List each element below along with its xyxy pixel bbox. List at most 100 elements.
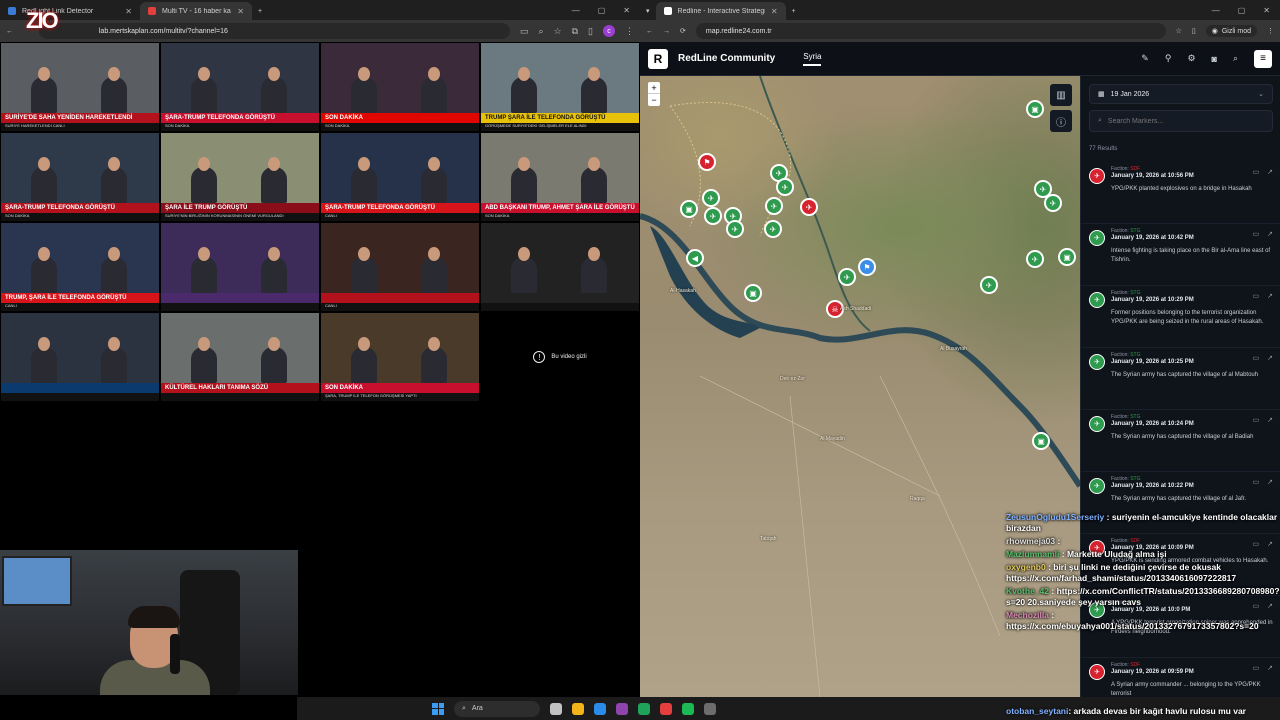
map-marker-military[interactable]: ✈ — [776, 178, 794, 196]
cast-icon[interactable]: ▭ — [520, 26, 529, 37]
map-marker-military[interactable]: ✈ — [704, 207, 722, 225]
tv-channel-tile[interactable]: ŞARA-TRUMP TELEFONDA GÖRÜŞTÜ CANLI — [320, 132, 480, 222]
zoom-in-button[interactable]: + — [648, 82, 660, 94]
back-icon[interactable]: ← — [646, 28, 653, 35]
map-marker-military[interactable]: ▣ — [744, 284, 762, 302]
tv-channel-tile[interactable]: ŞARA-TRUMP TELEFONDA GÖRÜŞTÜ SON DAKİKA — [160, 42, 320, 132]
brand-logo[interactable]: R — [648, 48, 668, 69]
map-marker-military[interactable]: ✈ — [702, 189, 720, 207]
event-card[interactable]: ✈ Faction: SDF January 19, 2026 at 09:59 P… — [1081, 658, 1280, 697]
tv-channel-tile[interactable]: SON DAKİKA ŞARA, TRUMP İLE TELEFON GÖRÜŞM… — [320, 312, 480, 402]
bookmark-star-icon[interactable]: ☆ — [1176, 27, 1182, 35]
taskbar-app-icon[interactable] — [682, 702, 694, 715]
taskbar-app-icon[interactable] — [638, 702, 650, 715]
video-icon[interactable]: ▭ — [1253, 230, 1260, 238]
external-link-icon[interactable]: ↗ — [1267, 416, 1273, 424]
external-link-icon[interactable]: ↗ — [1267, 478, 1273, 486]
zoom-icon[interactable]: ⌕ — [538, 26, 543, 37]
map-marker-flag[interactable]: ⚑ — [698, 153, 716, 171]
tv-channel-tile[interactable]: TRUMP, ŞARA İLE TELEFONDA GÖRÜŞTÜ CANLI — [0, 222, 160, 312]
new-tab-button[interactable]: + — [786, 2, 802, 20]
tab-redline[interactable]: Redline - Interactive Strategic M ✕ — [655, 2, 786, 20]
video-icon[interactable]: ▭ — [1253, 292, 1260, 300]
video-icon[interactable]: ▭ — [1253, 168, 1260, 176]
event-card[interactable]: ✈ Faction: SDF January 19, 2026 at 10:56 P… — [1081, 162, 1280, 224]
map-marker-military[interactable]: ✈ — [1026, 250, 1044, 268]
close-button[interactable]: ✕ — [1263, 6, 1270, 15]
marker-search[interactable]: ⌕ — [1089, 110, 1273, 132]
map-marker-military[interactable]: ▣ — [680, 200, 698, 218]
close-button[interactable]: ✕ — [623, 6, 630, 15]
tv-channel-tile[interactable] — [0, 312, 160, 402]
event-card[interactable]: ✈ Faction: STG January 19, 2026 at 10:42 P… — [1081, 224, 1280, 286]
video-icon[interactable]: ▭ — [1253, 354, 1260, 362]
video-icon[interactable]: ▭ — [1253, 416, 1260, 424]
bookmark-star-icon[interactable]: ☆ — [554, 26, 562, 37]
browser-menu-icon[interactable]: ⋮ — [625, 26, 634, 37]
zoom-out-button[interactable]: − — [648, 94, 660, 106]
map-marker-attack[interactable]: ✈ — [800, 198, 818, 216]
marker-search-input[interactable] — [1107, 117, 1258, 125]
map-marker-military[interactable]: ▣ — [1058, 248, 1076, 266]
search-icon[interactable]: ⌕ — [1233, 53, 1238, 64]
map-marker-military[interactable]: ▣ — [1032, 432, 1050, 450]
map-marker-military[interactable]: ✈ — [980, 276, 998, 294]
tv-channel-tile[interactable]: SURİYE'DE SAHA YENİDEN HAREKETLENDİ SURİY… — [0, 42, 160, 132]
camera-icon[interactable]: ◙ — [1212, 54, 1217, 64]
external-link-icon[interactable]: ↗ — [1267, 292, 1273, 300]
tv-channel-tile[interactable]: KÜLTÜREL HAKLARI TANIMA SÖZÜ — [160, 312, 320, 402]
map-marker-military[interactable]: ✈ — [764, 220, 782, 238]
tv-channel-tile[interactable] — [480, 222, 640, 312]
external-link-icon[interactable]: ↗ — [1267, 664, 1273, 672]
tv-channel-tile[interactable]: ! Bu video gizli — [480, 312, 640, 402]
map-marker-military[interactable]: ◀ — [686, 249, 704, 267]
event-card[interactable]: ✈ Faction: STG January 19, 2026 at 10:25 P… — [1081, 348, 1280, 410]
url-field[interactable]: map.redline24.com.tr — [695, 23, 1166, 39]
map-layers-button[interactable]: ▥ — [1050, 84, 1072, 106]
maximize-button[interactable]: ▢ — [598, 6, 606, 15]
map-marker-military[interactable]: ✈ — [726, 220, 744, 238]
tab-link-detector[interactable]: RedLight Link Detector ✕ — [0, 2, 140, 20]
external-link-icon[interactable]: ↗ — [1267, 354, 1273, 362]
tv-channel-tile[interactable]: ŞARA İLE TRUMP GÖRÜŞTÜ SURİYE'NİN BİRLİĞİ… — [160, 132, 320, 222]
tab-close-icon[interactable]: ✕ — [771, 7, 778, 16]
tv-channel-tile[interactable]: TRUMP ŞARA İLE TELEFONDA GÖRÜŞTÜ GÖRÜŞMED… — [480, 42, 640, 132]
taskbar-app-icon[interactable] — [616, 702, 628, 715]
sidepanel-icon[interactable]: ▯ — [1192, 27, 1196, 35]
browser-menu-icon[interactable]: ⋮ — [1267, 27, 1274, 35]
taskbar-app-icon[interactable] — [704, 702, 716, 715]
taskbar-app-icon[interactable] — [572, 702, 584, 715]
brand-name[interactable]: RedLine Community — [678, 53, 775, 64]
date-selector[interactable]: ▦ 19 Jan 2026 ⌄ — [1089, 84, 1273, 104]
url-field[interactable]: lab.mertskaplan.com/multitv/?channel=16 — [38, 23, 510, 39]
back-icon[interactable]: ← — [6, 28, 13, 35]
tv-channel-tile[interactable]: ŞARA-TRUMP TELEFONDA GÖRÜŞTÜ SON DAKİKA — [0, 132, 160, 222]
external-link-icon[interactable]: ↗ — [1267, 168, 1273, 176]
tv-channel-tile[interactable] — [160, 222, 320, 312]
sidepanel-icon[interactable]: ▯ — [588, 26, 593, 37]
settings-gear-icon[interactable]: ⚙ — [1187, 53, 1195, 64]
video-icon[interactable]: ▭ — [1253, 478, 1260, 486]
new-tab-button[interactable]: + — [252, 2, 268, 20]
map-marker-military[interactable]: ✈ — [1044, 194, 1062, 212]
extensions-icon[interactable]: ⧉ — [572, 26, 578, 37]
profile-avatar[interactable]: c — [603, 25, 615, 37]
draw-tool-icon[interactable]: ✎ — [1141, 53, 1149, 64]
tab-menu-icon[interactable]: ▾ — [640, 2, 656, 20]
windows-start-icon[interactable] — [432, 702, 444, 715]
map-marker-military[interactable]: ✈ — [838, 268, 856, 286]
forward-icon[interactable]: → — [663, 28, 670, 35]
video-icon[interactable]: ▭ — [1253, 664, 1260, 672]
tab-close-icon[interactable]: ✕ — [125, 7, 132, 16]
tab-close-icon[interactable]: ✕ — [237, 7, 244, 16]
map-marker-friendly[interactable]: ⚑ — [858, 258, 876, 276]
reload-icon[interactable]: ⟳ — [680, 27, 686, 35]
taskbar-app-icon[interactable] — [660, 702, 672, 715]
tv-channel-tile[interactable]: ABD BAŞKANI TRUMP, AHMET ŞARA İLE GÖRÜŞT… — [480, 132, 640, 222]
minimize-button[interactable]: — — [1212, 6, 1220, 15]
taskbar-app-icon[interactable] — [594, 702, 606, 715]
incognito-badge[interactable]: ◉ Gizli mod — [1205, 25, 1257, 37]
taskbar-app-icon[interactable] — [550, 702, 562, 715]
tab-syria[interactable]: Syria — [803, 52, 822, 66]
tv-channel-tile[interactable]: CANLI — [320, 222, 480, 312]
